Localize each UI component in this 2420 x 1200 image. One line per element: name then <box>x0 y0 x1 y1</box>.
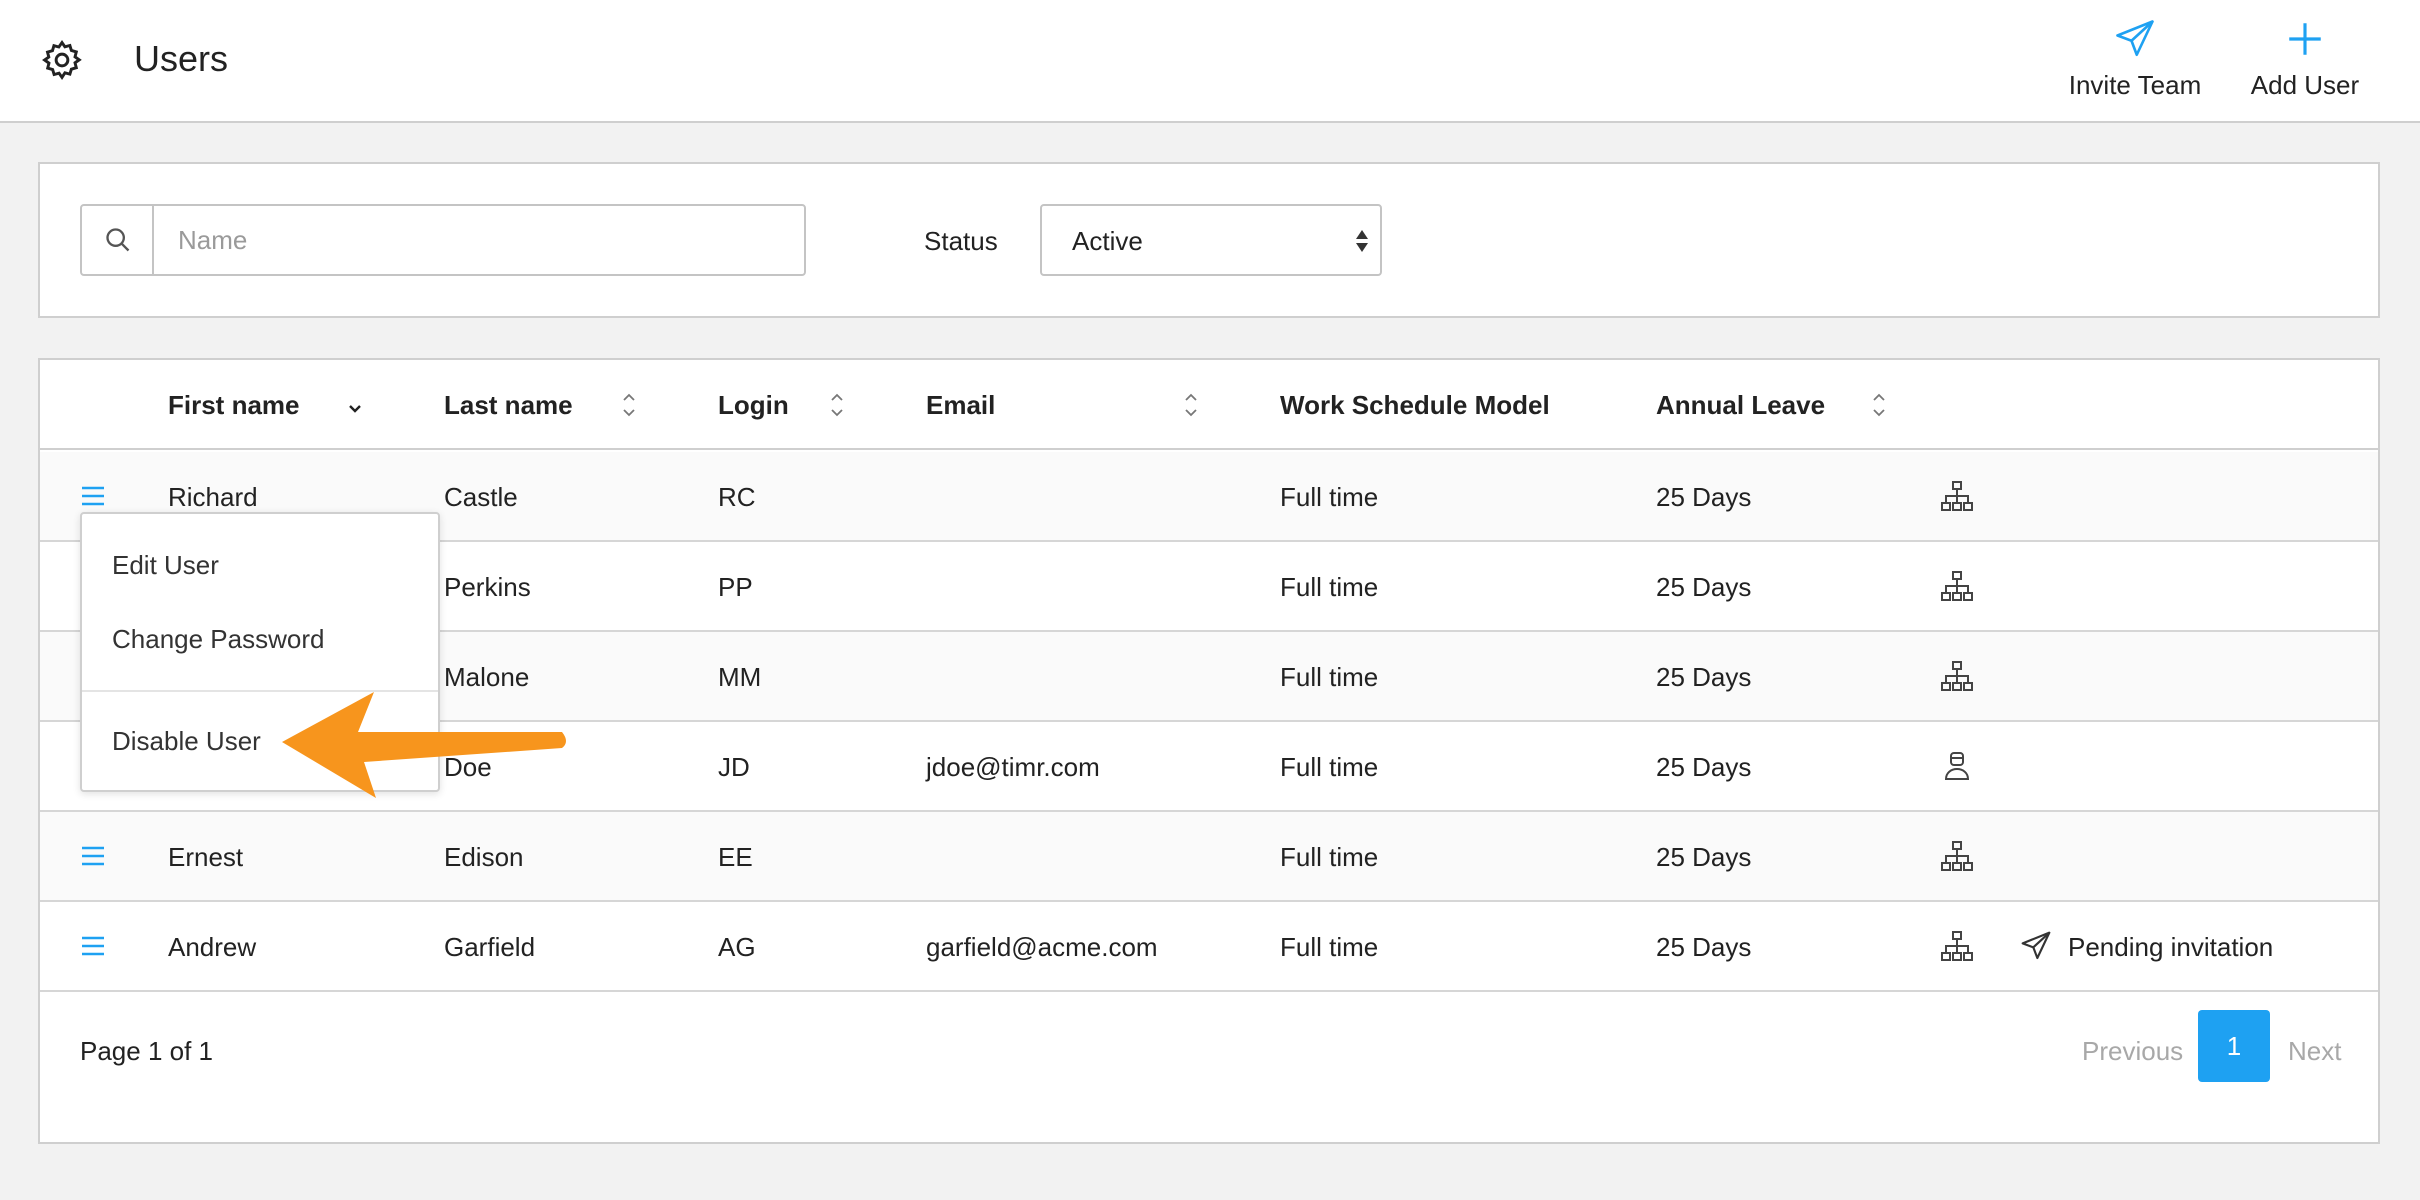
cell-last-name: Castle <box>444 482 518 512</box>
cell-last-name: Garfield <box>444 932 536 962</box>
page-indicator: Page 1 of 1 <box>80 1036 213 1066</box>
org-chart-icon <box>1941 481 1973 511</box>
table-row: Ernest Edison EE Full time 25 Days <box>40 812 2378 902</box>
cell-schedule: Full time <box>1280 662 1379 692</box>
search-button[interactable] <box>82 206 154 274</box>
cell-schedule: Full time <box>1280 482 1379 512</box>
pending-invitation-status: Pending invitation <box>2068 932 2274 962</box>
table-row: Andrew Garfield AG garfield@acme.com Ful… <box>40 902 2378 992</box>
column-work-schedule: Work Schedule Model <box>1280 390 1550 420</box>
annotation-arrow-icon <box>282 692 566 798</box>
user-badge-icon <box>1944 752 1970 780</box>
sort-icon[interactable] <box>1182 390 1200 420</box>
search-input[interactable] <box>156 206 802 274</box>
cell-annual-leave: 25 Days <box>1656 662 1752 692</box>
column-last-name[interactable]: Last name <box>444 390 573 421</box>
cell-first-name: Andrew <box>168 932 257 962</box>
sort-down-icon[interactable] <box>346 394 364 424</box>
cell-schedule: Full time <box>1280 572 1379 602</box>
row-menu-icon[interactable] <box>80 934 106 958</box>
next-page-button[interactable]: Next <box>2288 1036 2341 1067</box>
cell-email: garfield@acme.com <box>926 932 1158 962</box>
sort-icon[interactable] <box>620 390 638 420</box>
add-user-label: Add User <box>2250 70 2360 100</box>
cell-annual-leave: 25 Days <box>1656 932 1752 962</box>
column-first-name[interactable]: First name <box>168 390 300 421</box>
column-annual-leave[interactable]: Annual Leave <box>1656 390 1825 421</box>
previous-page-button[interactable]: Previous <box>2082 1036 2183 1067</box>
status-select[interactable]: Active <box>1040 204 1382 276</box>
cell-login: JD <box>718 752 750 782</box>
gear-icon[interactable] <box>40 38 84 82</box>
status-value: Active <box>1072 226 1143 256</box>
org-chart-icon <box>1941 841 1973 871</box>
sort-icon[interactable] <box>828 390 846 420</box>
cell-login: PP <box>718 572 753 602</box>
add-user-button[interactable]: Add User <box>2240 18 2370 108</box>
cell-login: MM <box>718 662 762 692</box>
cell-annual-leave: 25 Days <box>1656 572 1752 602</box>
status-label: Status <box>924 226 998 256</box>
column-email[interactable]: Email <box>926 390 995 421</box>
invite-team-label: Invite Team <box>2068 70 2202 100</box>
table-header: First name Last name Login Email Work Sc… <box>40 360 2378 450</box>
cell-first-name: Ernest <box>168 842 244 872</box>
menu-item-change-password[interactable]: Change Password <box>112 624 324 655</box>
cell-last-name: Malone <box>444 662 530 692</box>
cell-last-name: Perkins <box>444 572 531 602</box>
org-chart-icon <box>1941 571 1973 601</box>
cell-annual-leave: 25 Days <box>1656 482 1752 512</box>
paper-plane-icon <box>2116 20 2154 57</box>
cell-last-name: Edison <box>444 842 524 872</box>
cell-annual-leave: 25 Days <box>1656 842 1752 872</box>
org-chart-icon <box>1941 661 1973 691</box>
sort-icon[interactable] <box>1870 390 1888 420</box>
paper-plane-icon <box>2021 931 2051 960</box>
row-menu-icon[interactable] <box>80 484 106 508</box>
cell-schedule: Full time <box>1280 932 1379 962</box>
cell-annual-leave: 25 Days <box>1656 752 1752 782</box>
menu-item-edit-user[interactable]: Edit User <box>112 550 219 581</box>
cell-login: EE <box>718 842 753 872</box>
menu-item-disable-user[interactable]: Disable User <box>112 726 261 757</box>
cell-email: jdoe@timr.com <box>926 752 1100 782</box>
select-arrows-icon <box>1356 230 1368 252</box>
cell-schedule: Full time <box>1280 842 1379 872</box>
row-menu-icon[interactable] <box>80 844 106 868</box>
cell-login: RC <box>718 482 756 512</box>
org-chart-icon <box>1941 931 1973 961</box>
page-title: Users <box>134 38 229 79</box>
search-box <box>80 204 806 276</box>
filter-panel: Status Active <box>38 162 2380 318</box>
search-icon <box>106 228 130 252</box>
invite-team-button[interactable]: Invite Team <box>2060 18 2210 108</box>
top-bar: Users Invite Team Add User <box>0 0 2420 123</box>
current-page-button[interactable]: 1 <box>2198 1010 2270 1082</box>
cell-first-name: Richard <box>168 482 258 512</box>
cell-login: AG <box>718 932 756 962</box>
plus-icon <box>2289 23 2321 55</box>
column-login[interactable]: Login <box>718 390 789 421</box>
cell-schedule: Full time <box>1280 752 1379 782</box>
